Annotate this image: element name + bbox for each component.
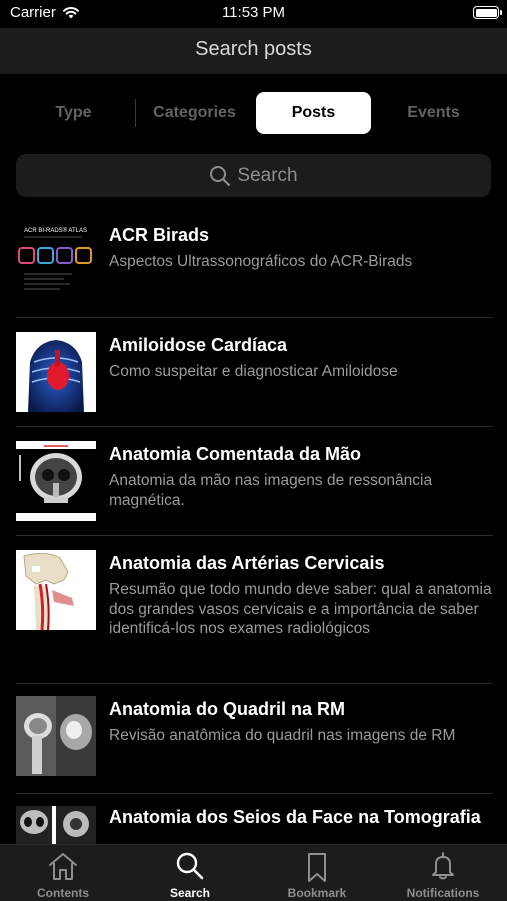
house-icon <box>49 853 77 880</box>
list-item-amiloidose[interactable]: Amiloidose Cardíaca Como suspeitar e dia… <box>0 318 507 427</box>
post-thumbnail <box>16 550 96 631</box>
tab-search[interactable]: Search <box>127 845 253 901</box>
list-item-acr-birads[interactable]: ACR BI-RADS® ATLAS ACR Birads Aspectos U… <box>0 208 507 318</box>
segment-posts[interactable]: Posts <box>256 92 371 134</box>
post-thumbnail <box>16 696 96 776</box>
post-subtitle: Aspectos Ultrassonográficos do ACR-Birad… <box>109 253 413 270</box>
segment-events[interactable]: Events <box>376 92 491 134</box>
post-subtitle: Anatomia da mão nas imagens de ressonânc… <box>109 472 433 509</box>
search-icon <box>210 165 231 186</box>
search-input[interactable]: Search <box>16 154 491 197</box>
post-thumbnail <box>16 332 96 412</box>
tab-contents[interactable]: Contents <box>0 845 126 901</box>
segment-divider <box>135 99 136 127</box>
segmented-control: Type Categories Posts Events <box>16 92 491 134</box>
post-thumbnail: ACR BI-RADS® ATLAS <box>16 222 96 302</box>
segment-type[interactable]: Type <box>16 92 131 134</box>
post-thumbnail <box>16 441 96 521</box>
post-title: Amiloidose Cardíaca <box>109 335 288 355</box>
list-item-quadril-rm[interactable]: Anatomia do Quadril na RM Revisão anatôm… <box>0 684 507 794</box>
post-title: Anatomia do Quadril na RM <box>109 699 346 719</box>
post-title: Anatomia dos Seios da Face na Tomografia <box>109 807 481 827</box>
page-title: Search posts <box>195 38 312 60</box>
post-thumbnail <box>16 806 96 844</box>
post-subtitle: Revisão anatômica do quadril nas imagens… <box>109 727 456 744</box>
status-bar: Carrier 11:53 PM <box>0 0 507 28</box>
tab-label: Contents <box>37 886 89 900</box>
bookmark-icon <box>308 853 326 882</box>
tab-bar: Contents Search Bookmark Notifications <box>0 844 507 901</box>
post-subtitle: Como suspeitar e diagnosticar Amiloidose <box>109 363 398 380</box>
list-item-arterias-cervicais[interactable]: Anatomia das Artérias Cervicais Resumão … <box>0 536 507 684</box>
segment-categories[interactable]: Categories <box>137 92 252 134</box>
post-title: Anatomia Comentada da Mão <box>109 444 362 464</box>
search-placeholder: Search <box>237 164 298 186</box>
search-icon <box>176 852 204 880</box>
status-time: 11:53 PM <box>221 4 286 21</box>
posts-list: ACR BI-RADS® ATLAS ACR Birads Aspectos U… <box>0 208 507 844</box>
battery-icon <box>473 6 502 19</box>
tab-label: Notifications <box>406 886 480 900</box>
bell-icon <box>432 852 454 880</box>
navigation-bar: Search posts <box>0 28 507 74</box>
tab-bookmark[interactable]: Bookmark <box>254 845 380 901</box>
tab-label: Search <box>169 886 211 900</box>
post-title: Anatomia das Artérias Cervicais <box>109 553 385 573</box>
list-item-seios-face[interactable]: Anatomia dos Seios da Face na Tomografia <box>0 794 507 844</box>
thumbnail-cover-text: ACR BI-RADS® ATLAS <box>24 227 87 234</box>
list-item-anatomia-mao[interactable]: Anatomia Comentada da Mão Anatomia da mã… <box>0 427 507 536</box>
tab-notifications[interactable]: Notifications <box>380 845 506 901</box>
tab-label: Bookmark <box>287 886 347 900</box>
post-subtitle: Resumão que todo mundo deve saber: qual … <box>109 581 492 637</box>
post-title: ACR Birads <box>109 225 210 245</box>
